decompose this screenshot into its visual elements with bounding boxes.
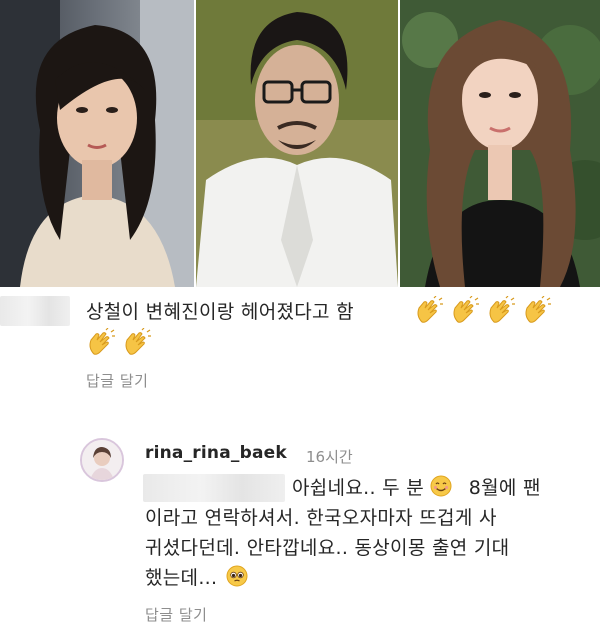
timestamp: 16시간 — [306, 448, 353, 466]
reply-text-1a: 아쉽네요.. 두 분 — [292, 477, 425, 499]
reply-line-2: 이라고 연락하셔서. 한국오자마자 뜨겁게 사 — [145, 507, 497, 529]
reply-text-1b: 8월에 팬 — [468, 477, 541, 499]
clapping-hands-icon — [89, 328, 115, 355]
photo-man-center — [196, 0, 398, 287]
photo-woman-right — [400, 0, 600, 287]
reply-line-3: 귀셨다던데. 안타깝네요.. 동상이몽 출연 기대 — [145, 537, 510, 559]
pleading-face-icon — [226, 565, 248, 587]
reply-button[interactable]: 답글 달기 — [86, 370, 148, 391]
clapping-hands-icon — [453, 296, 479, 323]
reply-text-4: 했는데... — [145, 567, 218, 589]
comment-text: 상철이 변혜진이랑 헤어졌다고 함 — [86, 301, 354, 323]
clapping-hands-icon — [489, 296, 515, 323]
username[interactable]: rina_rina_baek — [145, 443, 287, 463]
photo-strip — [0, 0, 600, 287]
clapping-hands-icon — [125, 328, 151, 355]
smiling-face-icon — [430, 475, 452, 497]
reply-line-1: 아쉽네요.. 두 분 8월에 팬 — [292, 474, 541, 502]
blurred-username — [0, 296, 70, 326]
reply-button-2[interactable]: 답글 달기 — [145, 604, 207, 625]
clap-emoji-group — [414, 296, 552, 326]
avatar[interactable] — [80, 438, 124, 482]
photo-woman-left — [0, 0, 194, 287]
clapping-hands-icon — [525, 296, 551, 323]
reply-line-4: 했는데... — [145, 564, 248, 592]
clap-emoji-group-2 — [86, 328, 152, 358]
blurred-mention — [143, 474, 285, 502]
clapping-hands-icon — [417, 296, 443, 323]
